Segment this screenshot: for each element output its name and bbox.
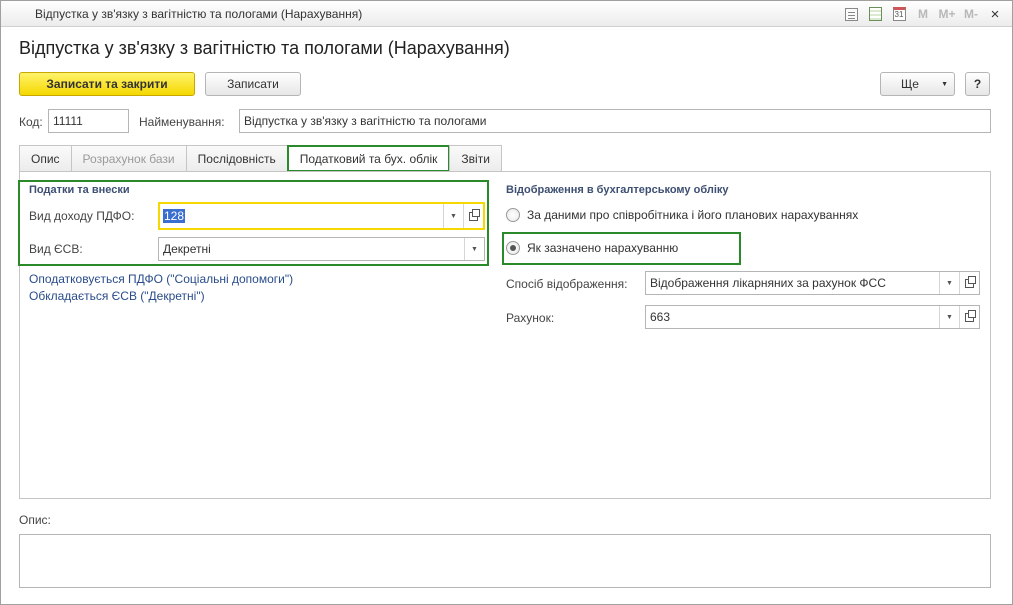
close-icon[interactable]: × bbox=[984, 5, 1006, 23]
code-field[interactable]: 11111 bbox=[48, 109, 129, 133]
display-method-value: Відображення лікарняних за рахунок ФСС bbox=[650, 276, 886, 290]
radio-as-specified-label: Як зазначено нарахуванню bbox=[527, 241, 679, 255]
account-value: 663 bbox=[650, 310, 671, 324]
radio-by-employee[interactable]: За даними про співробітника і його плано… bbox=[506, 208, 858, 222]
name-label: Найменування: bbox=[139, 115, 225, 129]
pdfo-value: 128 bbox=[163, 209, 186, 223]
radio-button-selected[interactable] bbox=[506, 241, 520, 255]
save-button[interactable]: Записати bbox=[205, 72, 301, 96]
display-method-field[interactable]: Відображення лікарняних за рахунок ФСС ▼ bbox=[645, 271, 980, 295]
pdfo-income-type-field[interactable]: 128 ▼ bbox=[158, 202, 485, 230]
help-button[interactable]: ? bbox=[965, 72, 990, 96]
more-button[interactable]: Ще ▼ bbox=[880, 72, 955, 96]
memory-m-button[interactable]: M bbox=[912, 5, 934, 23]
pdfo-label: Вид доходу ПДФО: bbox=[29, 209, 135, 223]
tab-reports[interactable]: Звіти bbox=[449, 145, 502, 171]
tab-description[interactable]: Опис bbox=[19, 145, 72, 171]
radio-as-specified[interactable]: Як зазначено нарахуванню bbox=[506, 241, 678, 255]
description-textarea[interactable] bbox=[19, 534, 991, 588]
esv-label: Вид ЄСВ: bbox=[29, 242, 83, 256]
chevron-down-icon: ▼ bbox=[941, 80, 948, 88]
window-title: Відпустка у зв'язку з вагітністю та поло… bbox=[35, 7, 363, 21]
taxes-section-title: Податки та внески bbox=[29, 184, 130, 196]
memory-minus-button[interactable]: M- bbox=[960, 5, 982, 23]
display-method-label: Спосіб відображення: bbox=[506, 277, 628, 291]
tab-sequence[interactable]: Послідовність bbox=[185, 145, 288, 171]
title-bar: Відпустка у зв'язку з вагітністю та поло… bbox=[1, 1, 1012, 27]
chevron-down-icon[interactable]: ▼ bbox=[443, 204, 463, 228]
memory-plus-button[interactable]: M+ bbox=[936, 5, 958, 23]
description-label: Опис: bbox=[19, 513, 51, 527]
open-icon[interactable] bbox=[959, 306, 979, 328]
chevron-down-icon[interactable]: ▼ bbox=[939, 306, 959, 328]
chevron-down-icon[interactable]: ▼ bbox=[464, 238, 484, 260]
more-button-label: Ще bbox=[901, 77, 919, 91]
open-icon[interactable] bbox=[959, 272, 979, 294]
save-and-close-button[interactable]: Записати та закрити bbox=[19, 72, 195, 96]
open-icon[interactable] bbox=[463, 204, 483, 228]
accounting-section-title: Відображення в бухгалтерському обліку bbox=[506, 184, 729, 196]
radio-button[interactable] bbox=[506, 208, 520, 222]
code-label: Код: bbox=[19, 115, 43, 129]
tab-bar: Опис Розрахунок бази Послідовність Подат… bbox=[19, 145, 502, 172]
esv-taxation-link[interactable]: Обкладається ЄСВ ("Декретні") bbox=[29, 289, 205, 303]
title-bar-tools: 31 M M+ M- × bbox=[840, 5, 1006, 23]
chevron-down-icon[interactable]: ▼ bbox=[939, 272, 959, 294]
form-window: Відпустка у зв'язку з вагітністю та поло… bbox=[0, 0, 1013, 605]
account-field[interactable]: 663 ▼ bbox=[645, 305, 980, 329]
radio-by-employee-label: За даними про співробітника і його плано… bbox=[527, 208, 859, 222]
esv-value: Декретні bbox=[163, 242, 211, 256]
tab-tax-accounting[interactable]: Податковий та бух. облік bbox=[286, 145, 451, 172]
calendar-day: 31 bbox=[892, 7, 906, 21]
calendar-icon[interactable]: 31 bbox=[888, 5, 910, 23]
name-field[interactable]: Відпустка у зв'язку з вагітністю та поло… bbox=[239, 109, 991, 133]
esv-type-field[interactable]: Декретні ▼ bbox=[158, 237, 485, 261]
spreadsheet-icon[interactable] bbox=[864, 5, 886, 23]
account-label: Рахунок: bbox=[506, 311, 555, 325]
tab-base-calculation[interactable]: Розрахунок бази bbox=[70, 145, 187, 171]
document-icon[interactable] bbox=[840, 5, 862, 23]
page-title: Відпустка у зв'язку з вагітністю та поло… bbox=[19, 38, 510, 58]
pdfo-taxation-link[interactable]: Оподатковується ПДФО ("Соціальні допомог… bbox=[29, 272, 293, 286]
